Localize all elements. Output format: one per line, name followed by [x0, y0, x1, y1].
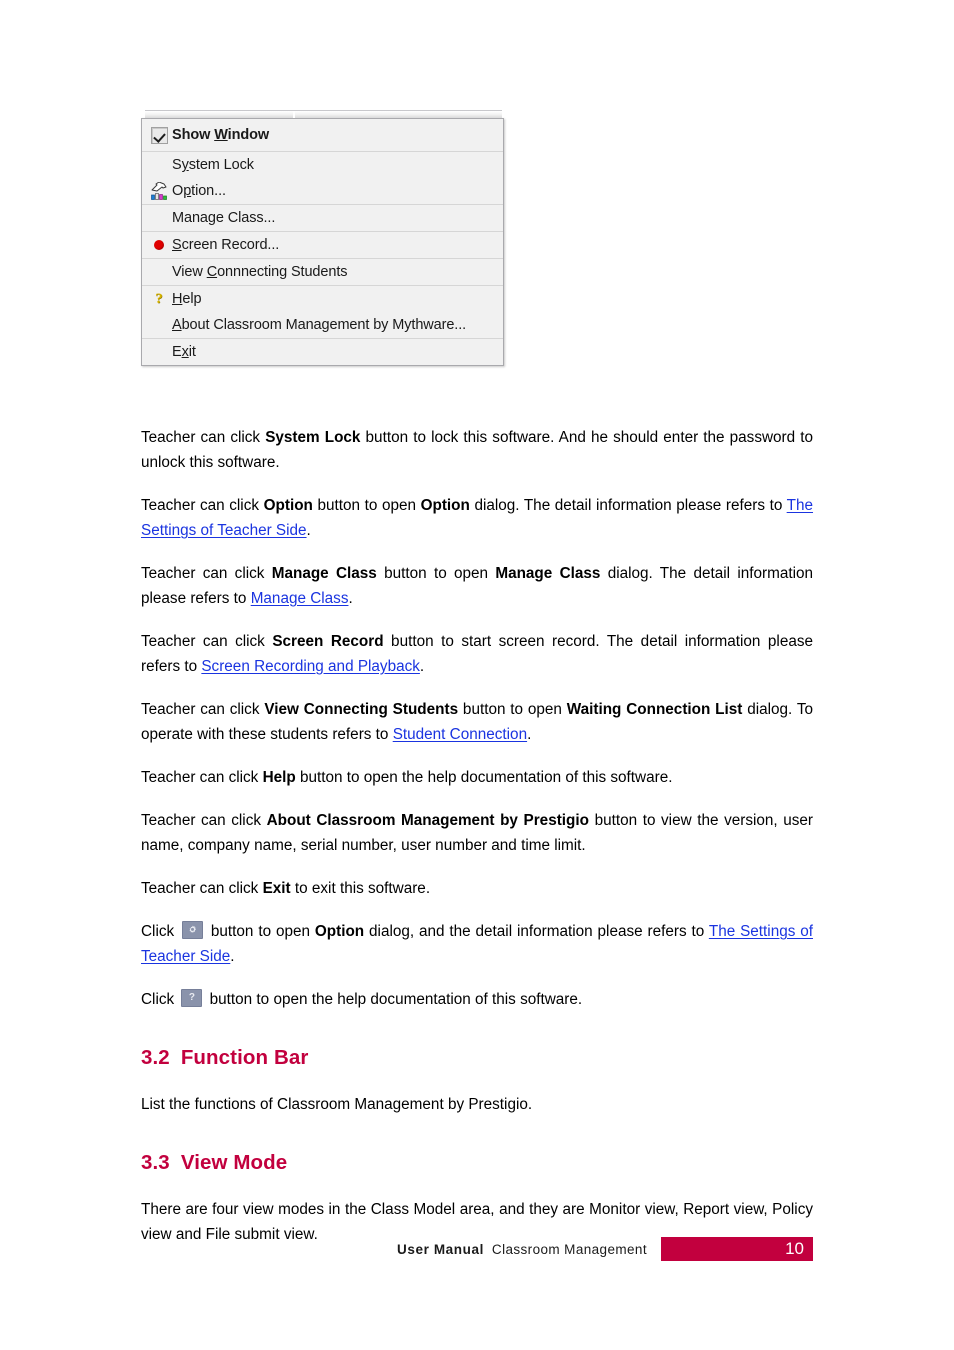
context-menu[interactable]: Show Window System Lock Option... Manage… — [141, 118, 504, 366]
section-number: 3.3 — [141, 1151, 170, 1174]
help-question-icon: ? — [155, 290, 163, 307]
bold-term: View Connecting Students — [264, 701, 459, 718]
bold-term: Exit — [262, 880, 291, 897]
link-manage-class[interactable]: Manage Class — [251, 590, 349, 607]
paragraph-system-lock: Teacher can click System Lock button to … — [141, 429, 814, 471]
menu-group: Screen Record... — [142, 232, 503, 259]
menu-item-label: System Lock — [172, 157, 254, 173]
section-view-mode: 3.3 View Mode There are four view modes i… — [141, 1151, 813, 1247]
footer-doc-title: Classroom Management — [491, 1241, 647, 1257]
paragraph-option: Teacher can click Option button to open … — [141, 497, 814, 539]
bold-term: Option — [420, 497, 470, 514]
help-question-glyph: ? — [188, 992, 195, 1003]
link-screen-recording-and-playback[interactable]: Screen Recording and Playback — [201, 658, 420, 675]
menu-item-label: View Connnecting Students — [172, 264, 348, 280]
paragraph-help-button: Click ? button to open the help document… — [141, 989, 583, 1008]
menu-item-label: Screen Record... — [172, 237, 280, 253]
paragraph-option-button: Click button to open Option dialog, and … — [141, 921, 813, 965]
menu-item-manage-class[interactable]: Manage Class... — [142, 205, 503, 231]
blank-icon-slot — [146, 207, 172, 229]
menu-group: System Lock Option... — [142, 152, 503, 205]
menu-item-show-window[interactable]: Show Window — [142, 119, 503, 151]
paragraph-exit: Teacher can click Exit to exit this soft… — [141, 880, 431, 897]
link-student-connection[interactable]: Student Connection — [393, 726, 527, 743]
page-number-badge: 10 — [661, 1237, 813, 1261]
menu-item-screen-record[interactable]: Screen Record... — [142, 232, 503, 258]
page-footer: User Manual Classroom Management 10 — [141, 1237, 813, 1261]
section-body: List the functions of Classroom Manageme… — [141, 1096, 533, 1113]
bold-term: Option — [314, 923, 365, 940]
menu-item-system-lock[interactable]: System Lock — [142, 152, 503, 178]
bold-term: Manage Class — [495, 565, 601, 582]
paragraph-help: Teacher can click Help button to open th… — [141, 769, 673, 786]
menu-item-label: About Classroom Management by Mythware..… — [172, 317, 467, 333]
section-function-bar: 3.2 Function Bar List the functions of Cl… — [141, 1046, 813, 1117]
section-heading: 3.2 Function Bar — [141, 1046, 813, 1070]
menu-group: View Connnecting Students — [142, 259, 503, 286]
menu-item-label: Help — [172, 291, 202, 307]
footer-manual-label: User Manual — [397, 1241, 484, 1257]
section-heading: 3.3 View Mode — [141, 1151, 813, 1175]
section-title: Function Bar — [180, 1046, 309, 1069]
taskbar-strip — [145, 110, 502, 118]
menu-item-exit[interactable]: Exit — [142, 339, 503, 365]
bold-term: Waiting Connection List — [566, 701, 743, 718]
section-title: View Mode — [180, 1151, 288, 1174]
menu-item-label: Option... — [172, 183, 226, 199]
context-menu-screenshot: Show Window System Lock Option... Manage… — [141, 110, 504, 366]
footer-caption: User Manual Classroom Management — [397, 1237, 661, 1261]
document-body: Teacher can click System Lock button to … — [141, 425, 813, 1265]
paragraph-screen-record: Teacher can click Screen Record button t… — [141, 633, 813, 675]
settings-gear-icon[interactable] — [182, 921, 204, 939]
paragraph-about: Teacher can click About Classroom Manage… — [141, 812, 813, 854]
checkbox-checked-icon — [146, 124, 172, 146]
blank-icon-slot — [146, 154, 172, 176]
tools-icon — [146, 180, 172, 202]
menu-item-label: Show Window — [172, 127, 270, 143]
blank-icon-slot — [146, 261, 172, 283]
menu-group: Exit — [142, 339, 503, 365]
bold-term: Option — [263, 497, 313, 514]
section-number: 3.2 — [141, 1046, 170, 1069]
document-page: Show Window System Lock Option... Manage… — [0, 0, 954, 1350]
menu-item-help[interactable]: ? Help — [142, 286, 503, 312]
menu-item-about[interactable]: About Classroom Management by Mythware..… — [142, 312, 503, 338]
bold-term: Screen Record — [272, 633, 384, 650]
menu-item-label: Manage Class... — [172, 210, 276, 226]
menu-group: Show Window — [142, 119, 503, 152]
menu-group: ? Help About Classroom Management by Myt… — [142, 286, 503, 339]
bold-term: Manage Class — [271, 565, 377, 582]
help-question-icon[interactable]: ? — [181, 989, 203, 1007]
menu-item-view-connecting-students[interactable]: View Connnecting Students — [142, 259, 503, 285]
bold-term: Help — [262, 769, 296, 786]
paragraph-view-connecting-students: Teacher can click View Connecting Studen… — [141, 701, 813, 743]
blank-icon-slot — [146, 341, 172, 363]
blank-icon-slot — [146, 314, 172, 336]
record-dot-icon — [146, 234, 172, 256]
menu-item-option[interactable]: Option... — [142, 178, 503, 204]
paragraph-manage-class: Teacher can click Manage Class button to… — [141, 565, 813, 607]
bold-term: About Classroom Management by Prestigio — [266, 812, 589, 829]
menu-item-label: Exit — [172, 344, 196, 360]
bold-term: System Lock — [265, 429, 361, 446]
menu-group: Manage Class... — [142, 205, 503, 232]
